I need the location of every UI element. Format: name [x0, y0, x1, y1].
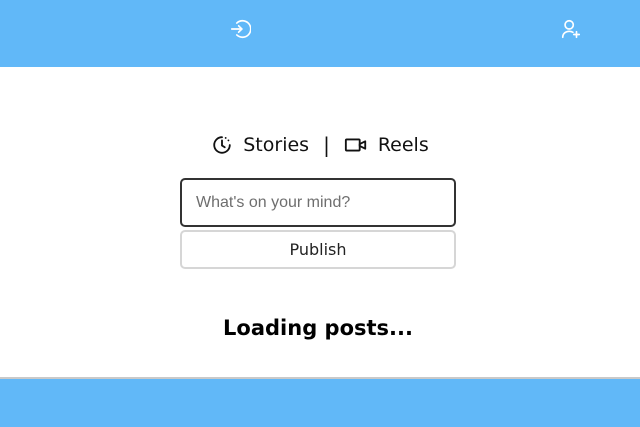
stories-label: Stories — [243, 134, 310, 156]
reels-label: Reels — [377, 134, 429, 156]
publish-button[interactable]: Publish — [180, 230, 456, 269]
clock-icon — [213, 136, 231, 154]
post-composer-input[interactable] — [180, 178, 456, 227]
reels-link[interactable]: Reels — [344, 134, 429, 156]
feed-loading-text: Loading posts... — [223, 316, 413, 340]
top-bar — [0, 0, 640, 67]
nav-separator: | — [323, 133, 330, 157]
signup-button[interactable] — [559, 17, 583, 41]
login-button[interactable] — [228, 17, 252, 41]
login-icon — [230, 19, 251, 39]
story-reel-nav: Stories | Reels — [0, 131, 640, 159]
stories-link[interactable]: Stories — [211, 134, 309, 156]
user-plus-icon — [561, 19, 581, 39]
video-camera-icon — [344, 138, 366, 152]
bottom-bar — [0, 379, 640, 427]
